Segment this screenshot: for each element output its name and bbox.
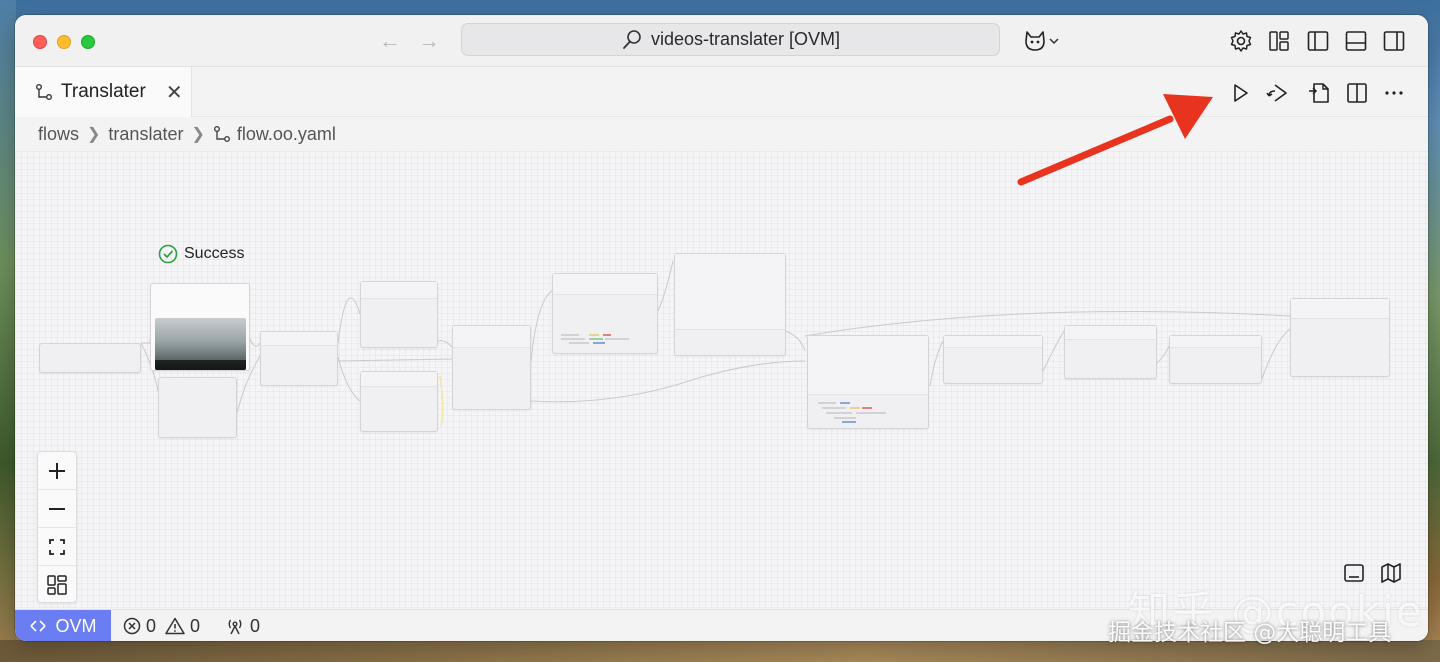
more-actions-button[interactable] <box>1380 79 1408 107</box>
copilot-icon <box>1025 31 1045 51</box>
run-with-options-button[interactable] <box>1264 79 1292 107</box>
toggle-primary-sidebar-button[interactable] <box>1304 27 1332 55</box>
check-circle-icon <box>158 244 178 264</box>
flow-canvas[interactable]: Success <box>15 151 1428 609</box>
ports-count: 0 <box>250 615 261 636</box>
chevron-right-icon: ❯ <box>191 126 205 143</box>
video-controls-bar <box>155 360 246 370</box>
open-source-file-button[interactable] <box>1305 79 1333 107</box>
flow-file-icon <box>36 84 52 100</box>
app-window: ← → videos-translater [OVM] Translater ✕… <box>15 15 1428 641</box>
go-to-file-icon <box>1309 83 1329 103</box>
split-editor-button[interactable] <box>1343 79 1371 107</box>
node-status-success: Success <box>158 244 244 264</box>
status-label: Success <box>184 245 245 262</box>
flow-file-icon <box>213 126 230 142</box>
flow-node[interactable] <box>260 331 338 386</box>
flow-node[interactable] <box>1064 325 1157 379</box>
error-count: 0 <box>146 615 157 636</box>
flow-node-end[interactable] <box>1290 298 1390 377</box>
toggle-panel-button[interactable] <box>1342 27 1370 55</box>
zoom-window-button[interactable] <box>81 35 95 49</box>
sidebar-left-icon <box>1307 31 1329 51</box>
flow-node[interactable] <box>360 281 438 348</box>
breadcrumb: flows ❯ translater ❯ flow.oo.yaml <box>38 119 336 149</box>
remote-connection-icon <box>30 620 47 632</box>
title-bar: ← → videos-translater [OVM] <box>15 15 1428 67</box>
watermark-juejin: 掘金技术社区 @大聪明工具 <box>1108 620 1392 646</box>
flow-node[interactable] <box>360 371 438 432</box>
breadcrumb-item-translater[interactable]: translater <box>108 124 183 145</box>
broadcast-icon <box>228 619 242 635</box>
warning-icon <box>165 617 185 635</box>
sidebar-right-icon <box>1383 31 1405 51</box>
remote-label: OVM <box>55 615 97 636</box>
desktop-background-left <box>0 0 16 662</box>
ports-indicator[interactable]: 0 <box>225 610 260 641</box>
flow-node-start[interactable] <box>39 343 141 373</box>
play-icon <box>1234 84 1248 102</box>
run-flow-button[interactable] <box>1226 79 1254 107</box>
back-arrow-icon[interactable]: ← <box>377 29 403 53</box>
toggle-secondary-sidebar-button[interactable] <box>1380 27 1408 55</box>
chevron-down-icon <box>1049 38 1059 45</box>
fit-view-button[interactable] <box>38 528 76 566</box>
editor-tab-bar: Translater ✕ <box>15 67 1428 117</box>
run-debug-icon <box>1266 84 1287 102</box>
split-editor-icon <box>1347 83 1367 103</box>
workspace-title: videos-translater [OVM] <box>650 29 841 49</box>
flow-node[interactable] <box>552 273 658 354</box>
node-content-preview <box>561 334 629 344</box>
flow-node[interactable] <box>452 325 531 410</box>
layout-customize-icon <box>1269 31 1289 51</box>
error-icon <box>123 617 141 635</box>
flow-node[interactable] <box>158 377 237 438</box>
flow-node-video-input[interactable] <box>150 283 250 371</box>
settings-button[interactable] <box>1227 27 1255 55</box>
forward-arrow-icon[interactable]: → <box>416 29 442 53</box>
remote-indicator[interactable]: OVM <box>15 610 111 641</box>
minus-icon <box>49 507 65 510</box>
plus-icon <box>49 462 65 479</box>
fit-view-icon <box>49 538 65 555</box>
copilot-menu[interactable] <box>1018 27 1064 55</box>
breadcrumb-item-file[interactable]: flow.oo.yaml <box>237 124 336 145</box>
search-icon <box>623 29 641 49</box>
minimize-window-button[interactable] <box>57 35 71 49</box>
node-content-preview <box>818 402 886 423</box>
auto-layout-button[interactable] <box>38 566 76 604</box>
panel-bottom-icon <box>1345 31 1367 51</box>
ellipsis-icon <box>1385 91 1403 95</box>
flow-node[interactable] <box>674 253 786 356</box>
command-center-search[interactable]: videos-translater [OVM] <box>461 23 1000 56</box>
video-preview-thumbnail[interactable] <box>155 318 246 370</box>
chevron-right-icon: ❯ <box>87 126 101 143</box>
warning-count: 0 <box>190 615 201 636</box>
zoom-in-button[interactable] <box>38 452 76 490</box>
customize-layout-button[interactable] <box>1265 27 1293 55</box>
zoom-out-button[interactable] <box>38 490 76 528</box>
flow-node[interactable] <box>807 335 929 429</box>
flow-node[interactable] <box>1169 335 1262 384</box>
breadcrumb-item-flows[interactable]: flows <box>38 124 79 145</box>
close-icon[interactable]: ✕ <box>166 80 183 105</box>
gear-icon <box>1230 30 1252 52</box>
layout-grid-icon <box>47 575 67 595</box>
canvas-zoom-controls <box>37 451 77 603</box>
flow-node[interactable] <box>943 335 1043 384</box>
tab-label: Translater <box>61 81 146 102</box>
problems-indicator[interactable]: 0 0 <box>123 610 200 641</box>
close-window-button[interactable] <box>33 35 47 49</box>
tab-translater[interactable]: Translater ✕ <box>15 67 192 117</box>
